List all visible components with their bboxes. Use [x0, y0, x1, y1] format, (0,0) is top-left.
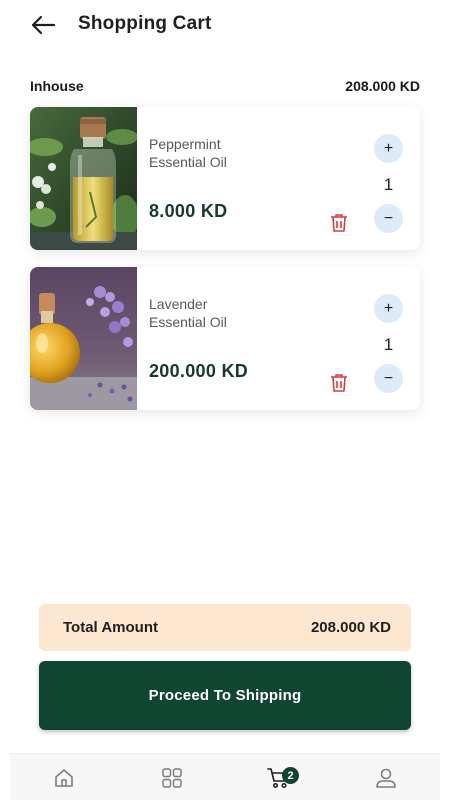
cart-item: Peppermint Essential Oil 8.000 KD + 1 − — [30, 107, 420, 250]
decrease-quantity-button[interactable]: − — [374, 364, 403, 393]
total-label: Total Amount — [63, 619, 158, 636]
nav-cart[interactable]: 2 — [249, 754, 309, 800]
back-button[interactable] — [28, 10, 58, 40]
plus-icon: + — [383, 139, 394, 157]
quantity-value: 1 — [383, 335, 394, 354]
total-amount-bar: Total Amount 208.000 KD — [39, 604, 411, 651]
app-header: Shopping Cart — [0, 0, 450, 50]
nav-categories[interactable] — [142, 754, 202, 800]
trash-icon — [331, 374, 347, 392]
product-name: Lavender Essential Oil — [149, 296, 227, 330]
proceed-label: Proceed To Shipping — [148, 687, 302, 704]
arrow-left-icon — [31, 15, 56, 35]
quantity-value: 1 — [383, 175, 394, 194]
product-name: Peppermint Essential Oil — [149, 136, 227, 170]
trash-icon — [331, 214, 347, 232]
seller-section-header: Inhouse 208.000 KD — [30, 76, 420, 96]
seller-label: Inhouse — [30, 78, 84, 94]
nav-home[interactable] — [34, 754, 94, 800]
bottom-navigation: 2 — [10, 753, 440, 800]
page-title: Shopping Cart — [78, 13, 212, 34]
cart-count-badge: 2 — [282, 767, 299, 784]
nav-profile[interactable] — [356, 754, 416, 800]
minus-icon: − — [383, 209, 394, 227]
user-icon — [376, 768, 396, 788]
product-price: 8.000 KD — [149, 201, 228, 221]
grid-icon — [162, 767, 182, 788]
home-icon — [55, 768, 73, 787]
product-image — [30, 107, 137, 250]
increase-quantity-button[interactable]: + — [374, 134, 403, 163]
delete-button[interactable] — [328, 371, 350, 395]
delete-button[interactable] — [328, 211, 350, 235]
seller-total: 208.000 KD — [345, 78, 420, 94]
decrease-quantity-button[interactable]: − — [374, 204, 403, 233]
total-value: 208.000 KD — [310, 619, 391, 636]
product-price: 200.000 KD — [149, 361, 249, 381]
plus-icon: + — [383, 299, 394, 317]
product-image — [30, 267, 137, 410]
increase-quantity-button[interactable]: + — [374, 294, 403, 323]
cart-item: Lavender Essential Oil 200.000 KD + 1 − — [30, 267, 420, 410]
minus-icon: − — [383, 369, 394, 387]
proceed-to-shipping-button[interactable]: Proceed To Shipping — [39, 661, 411, 730]
